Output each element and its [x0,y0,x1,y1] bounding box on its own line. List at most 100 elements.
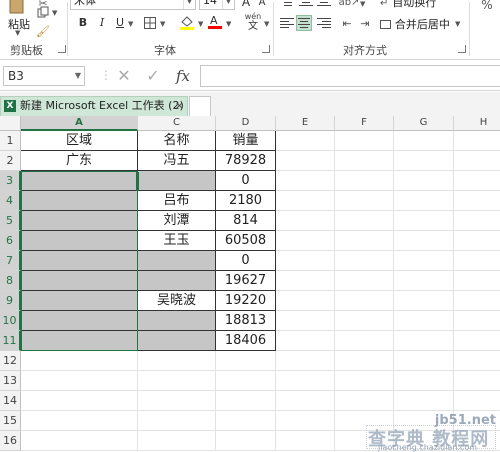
underline-button[interactable]: U [112,15,128,31]
cell-f8[interactable] [335,271,394,291]
select-all-corner[interactable] [0,116,21,131]
cell-g6[interactable] [394,231,454,251]
cell-e1[interactable] [276,131,335,151]
phonetic-button[interactable]: wén 文 [243,12,263,32]
cell-e5[interactable] [276,211,335,231]
cell-f4[interactable] [335,191,394,211]
row-header-4[interactable]: 4 [0,191,21,211]
column-header-c[interactable]: C [138,116,216,131]
cell-d12[interactable] [216,351,276,371]
align-center-icon[interactable] [296,15,312,31]
cell-a3[interactable] [21,171,138,191]
font-color-icon[interactable]: A [207,13,223,31]
copy-icon[interactable] [36,5,50,19]
cell-g4[interactable] [394,191,454,211]
cell-h4[interactable] [454,191,500,211]
cell-g3[interactable] [394,171,454,191]
cell-c4[interactable]: 吕布 [138,191,216,211]
cell-d5[interactable]: 814 [216,211,276,231]
cell-h11[interactable] [454,331,500,351]
chevron-down-icon[interactable]: ▼ [222,0,234,9]
format-painter-icon[interactable]: 🖌 [36,24,50,38]
cell-f13[interactable] [335,371,394,391]
cell-d11[interactable]: 18406 [216,331,276,351]
cell-f10[interactable] [335,311,394,331]
chevron-down-icon[interactable]: ▼ [183,0,195,9]
fill-color-dropdown-icon[interactable]: ▼ [198,20,203,28]
cell-e14[interactable] [276,391,335,411]
font-name-select[interactable]: 宋体 ▼ [70,0,196,10]
cell-a2[interactable]: 广东 [21,151,138,171]
row-header-12[interactable]: 12 [0,351,21,371]
paste-icon[interactable] [6,0,28,16]
shrink-font-icon[interactable]: A [254,0,270,11]
cell-h16[interactable] [454,431,500,451]
cell-d9[interactable]: 19220 [216,291,276,311]
cell-e13[interactable] [276,371,335,391]
copy-dropdown-icon[interactable]: ▼ [52,9,57,17]
cell-g15[interactable] [394,411,454,431]
cell-c16[interactable] [138,431,216,451]
cell-f7[interactable] [335,251,394,271]
cancel-icon[interactable]: ✕ [114,65,134,87]
formula-input[interactable] [200,65,500,87]
row-header-2[interactable]: 2 [0,151,21,171]
alignment-launcher-icon[interactable] [458,45,466,53]
cell-c11[interactable] [138,331,216,351]
document-tab[interactable]: X 新建 Microsoft Excel 工作表 (2) × [0,96,188,116]
align-right-icon[interactable] [316,15,332,31]
cell-a11[interactable] [21,331,138,351]
cell-h10[interactable] [454,311,500,331]
cell-d2[interactable]: 78928 [216,151,276,171]
cell-h12[interactable] [454,351,500,371]
cell-e16[interactable] [276,431,335,451]
cell-d1[interactable]: 销量 [216,131,276,151]
cell-d15[interactable] [216,411,276,431]
cell-g10[interactable] [394,311,454,331]
cell-h2[interactable] [454,151,500,171]
cell-a14[interactable] [21,391,138,411]
cell-d6[interactable]: 60508 [216,231,276,251]
cell-d4[interactable]: 2180 [216,191,276,211]
cell-d7[interactable]: 0 [216,251,276,271]
cell-a15[interactable] [21,411,138,431]
cell-f14[interactable] [335,391,394,411]
cell-e12[interactable] [276,351,335,371]
cell-a12[interactable] [21,351,138,371]
column-header-d[interactable]: D [216,116,276,131]
name-box[interactable]: B3 ▼ [3,66,85,86]
cell-h14[interactable] [454,391,500,411]
cell-h1[interactable] [454,131,500,151]
cell-h15[interactable] [454,411,500,431]
row-header-11[interactable]: 11 [0,331,21,351]
decrease-indent-icon[interactable]: ⇤ [339,15,355,31]
cell-f12[interactable] [335,351,394,371]
cell-a8[interactable] [21,271,138,291]
column-header-a[interactable]: A [21,116,138,131]
cell-g2[interactable] [394,151,454,171]
cell-a16[interactable] [21,431,138,451]
fill-color-icon[interactable] [178,13,196,31]
merge-center-button[interactable]: 合并后居中 [380,16,450,32]
cell-a4[interactable] [21,191,138,211]
cell-c12[interactable] [138,351,216,371]
cell-h7[interactable] [454,251,500,271]
cell-f9[interactable] [335,291,394,311]
cell-d14[interactable] [216,391,276,411]
merge-dropdown-icon[interactable]: ▼ [455,20,460,28]
new-tab-button[interactable] [189,96,211,116]
cell-c13[interactable] [138,371,216,391]
align-middle-icon[interactable] [298,0,314,11]
cell-c7[interactable] [138,251,216,271]
row-header-9[interactable]: 9 [0,291,21,311]
cell-d8[interactable]: 19627 [216,271,276,291]
row-header-14[interactable]: 14 [0,391,21,411]
cell-g9[interactable] [394,291,454,311]
row-header-16[interactable]: 16 [0,431,21,451]
cell-h13[interactable] [454,371,500,391]
row-header-1[interactable]: 1 [0,131,21,151]
spreadsheet-grid[interactable]: A C D E F G H 1 区域 名称 销量 2 广东 冯五 78928 3 0 4 吕布 2180 5 刘潭 814 6… [0,116,500,452]
cell-f5[interactable] [335,211,394,231]
insert-function-button[interactable]: fx [172,65,194,87]
border-dropdown-icon[interactable]: ▼ [160,20,165,28]
